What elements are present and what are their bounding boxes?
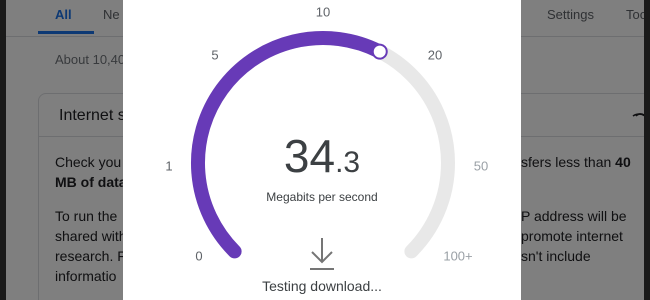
tab-news[interactable]: Ne (103, 7, 120, 22)
speed-decimal: .3 (335, 146, 361, 179)
card-text-line: informatio (55, 268, 117, 284)
card-title: Internet s (59, 107, 126, 124)
gauge-label-20: 20 (427, 47, 443, 63)
tab-all[interactable]: All (55, 7, 72, 22)
more-options-icon[interactable] (632, 104, 644, 118)
speed-integer: 34 (283, 130, 336, 182)
tab-tools[interactable]: Too (626, 7, 644, 22)
gauge-label-10: 10 (315, 4, 331, 20)
card-text-line: MB of data (55, 174, 127, 190)
card-text-line: research. F (55, 248, 126, 264)
card-text-line: P address will be (521, 208, 627, 224)
speed-value: 34.3 (123, 129, 521, 183)
speed-unit: Megabits per second (266, 190, 378, 204)
gauge-label-5: 5 (211, 47, 219, 63)
gauge-marker (371, 43, 388, 60)
card-text-line: shared with (55, 228, 127, 244)
status-text: Testing download... (262, 278, 382, 294)
tab-all-indicator (38, 31, 94, 34)
speed-test-dialog: 0 1 5 10 20 50 100+ 34.3 Megabits per se… (123, 0, 521, 300)
card-text-line: To run the (55, 208, 118, 224)
card-text-line: sfers less than 40 (521, 154, 631, 170)
card-text-line: promote internet (521, 228, 623, 244)
gauge-label-100-plus: 100+ (443, 248, 473, 264)
card-text-fragment: sfers less than (521, 154, 616, 170)
card-text-line: sn't include (521, 248, 591, 264)
tab-settings[interactable]: Settings (547, 7, 594, 22)
gauge-label-0: 0 (195, 248, 203, 264)
card-text-line: Check you (55, 154, 122, 170)
result-count: About 10,40 (55, 52, 126, 67)
card-text-bold: 40 (615, 154, 631, 170)
download-icon (310, 238, 334, 270)
